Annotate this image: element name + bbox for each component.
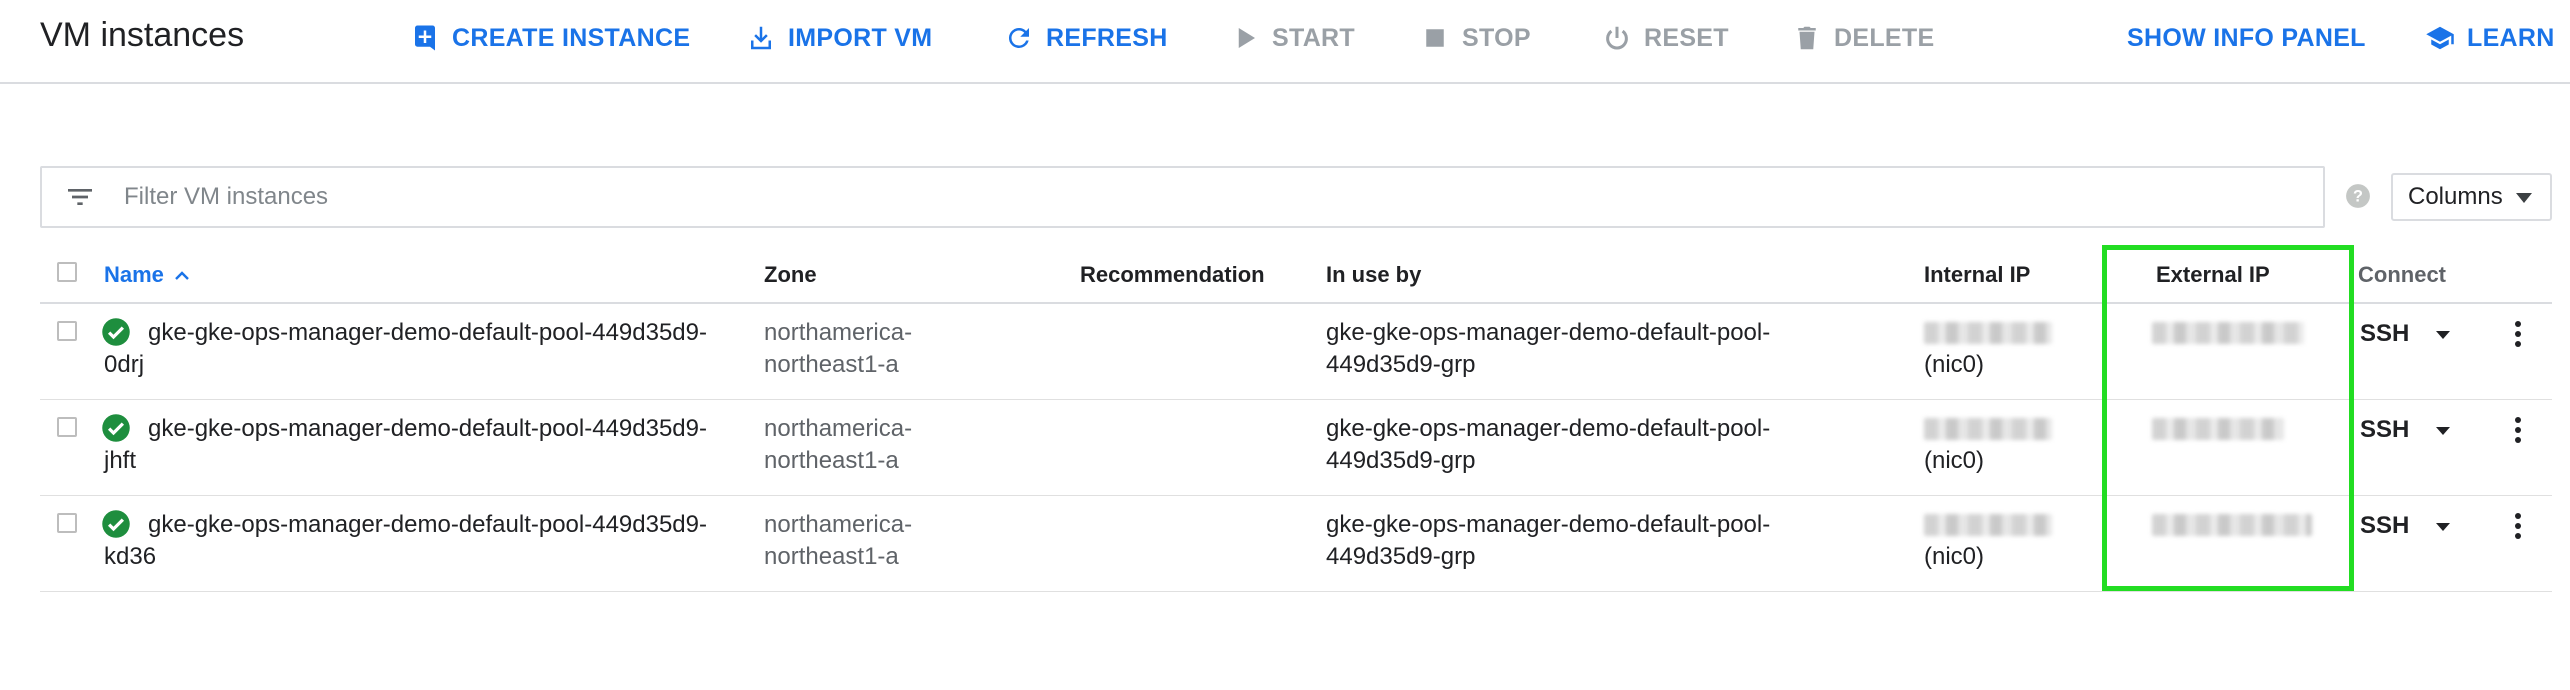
row-divider xyxy=(40,591,2552,592)
row-checkbox[interactable] xyxy=(57,417,77,437)
chevron-down-icon[interactable] xyxy=(2436,523,2450,531)
school-icon xyxy=(2426,26,2454,50)
column-header-internal-ip[interactable]: Internal IP xyxy=(1924,262,2030,288)
learn-label: LEARN xyxy=(2467,23,2555,52)
instance-name-link[interactable]: gke-gke-ops-manager-demo-default-pool-44… xyxy=(148,317,707,349)
column-header-name-label: Name xyxy=(104,262,164,287)
in-use-by-link-line2[interactable]: 449d35d9-grp xyxy=(1326,349,1475,381)
zone-cell-line2: northeast1-a xyxy=(764,543,899,570)
more-vert-icon[interactable] xyxy=(2514,320,2522,348)
external-ip-highlight-box xyxy=(2102,245,2354,591)
import-vm-button[interactable]: IMPORT VM xyxy=(746,20,932,56)
zone-cell-line2: northeast1-a xyxy=(764,447,899,474)
delete-label: DELETE xyxy=(1834,23,1935,52)
internal-ip-redacted xyxy=(1924,514,2052,536)
refresh-label: REFRESH xyxy=(1046,23,1168,52)
play-icon xyxy=(1238,28,1255,48)
chevron-down-icon[interactable] xyxy=(2436,427,2450,435)
show-info-panel-label: SHOW INFO PANEL xyxy=(2127,23,2366,52)
internal-ip-redacted xyxy=(1924,322,2052,344)
row-checkbox[interactable] xyxy=(57,513,77,533)
download-icon xyxy=(751,26,771,50)
more-vert-icon[interactable] xyxy=(2514,512,2522,540)
in-use-by-link[interactable]: gke-gke-ops-manager-demo-default-pool- xyxy=(1326,317,1770,349)
instance-name-link[interactable]: gke-gke-ops-manager-demo-default-pool-44… xyxy=(148,413,707,445)
check-circle-icon xyxy=(102,414,130,442)
more-vert-icon[interactable] xyxy=(2514,416,2522,444)
instance-name-suffix[interactable]: 0drj xyxy=(104,349,144,381)
ssh-button[interactable]: SSH xyxy=(2360,512,2409,540)
trash-icon xyxy=(1798,26,1816,50)
in-use-by-link-line2[interactable]: 449d35d9-grp xyxy=(1326,541,1475,573)
show-info-panel-button[interactable]: SHOW INFO PANEL xyxy=(2127,20,2366,56)
in-use-by-link-line2[interactable]: 449d35d9-grp xyxy=(1326,445,1475,477)
internal-ip-redacted xyxy=(1924,418,2052,440)
internal-ip-nic: (nic0) xyxy=(1924,543,1985,570)
check-circle-icon xyxy=(102,510,130,538)
start-label: START xyxy=(1272,23,1355,52)
columns-label: Columns xyxy=(2408,183,2503,210)
zone-cell: northamerica- xyxy=(764,415,913,442)
instance-name-suffix[interactable]: kd36 xyxy=(104,541,156,573)
zone-cell: northamerica- xyxy=(764,511,913,538)
svg-text:?: ? xyxy=(2353,187,2363,205)
learn-button[interactable]: LEARN xyxy=(2425,20,2555,56)
delete-button[interactable]: DELETE xyxy=(1792,20,1934,56)
column-header-recommendation[interactable]: Recommendation xyxy=(1080,262,1265,288)
select-all-checkbox[interactable] xyxy=(57,262,77,282)
column-header-zone[interactable]: Zone xyxy=(764,262,817,288)
filter-list-icon xyxy=(68,189,92,205)
in-use-by-link[interactable]: gke-gke-ops-manager-demo-default-pool- xyxy=(1326,509,1770,541)
page-title: VM instances xyxy=(40,16,245,54)
top-toolbar: VM instances CREATE INSTANCE IMPORT VM R… xyxy=(0,0,2570,84)
instance-name-link[interactable]: gke-gke-ops-manager-demo-default-pool-44… xyxy=(148,509,707,541)
power-icon xyxy=(1606,26,1628,50)
check-circle-icon xyxy=(102,318,130,346)
internal-ip-nic: (nic0) xyxy=(1924,447,1985,474)
filter-input[interactable] xyxy=(122,182,2226,212)
stop-label: STOP xyxy=(1462,23,1531,52)
import-vm-label: IMPORT VM xyxy=(788,23,933,52)
refresh-button[interactable]: REFRESH xyxy=(1004,20,1168,56)
reset-label: RESET xyxy=(1644,23,1729,52)
column-header-name[interactable]: Name xyxy=(104,262,190,288)
internal-ip-nic: (nic0) xyxy=(1924,351,1985,378)
columns-button[interactable]: Columns xyxy=(2391,173,2552,221)
column-header-connect: Connect xyxy=(2358,262,2446,287)
create-instance-label: CREATE INSTANCE xyxy=(452,23,691,52)
ssh-button[interactable]: SSH xyxy=(2360,416,2409,444)
sort-ascending-icon xyxy=(175,271,189,280)
zone-cell: northamerica- xyxy=(764,319,913,346)
reset-button[interactable]: RESET xyxy=(1602,20,1729,56)
refresh-icon xyxy=(1008,27,1029,48)
in-use-by-link[interactable]: gke-gke-ops-manager-demo-default-pool- xyxy=(1326,413,1770,445)
help-icon[interactable]: ? xyxy=(2345,183,2371,209)
stop-button[interactable]: STOP xyxy=(1420,20,1531,56)
row-checkbox[interactable] xyxy=(57,321,77,341)
column-header-in-use-by[interactable]: In use by xyxy=(1326,262,1421,288)
chevron-down-icon[interactable] xyxy=(2436,331,2450,339)
chevron-down-icon xyxy=(2516,193,2532,203)
create-instance-button[interactable]: CREATE INSTANCE xyxy=(410,20,690,56)
filter-bar xyxy=(40,166,2325,228)
ssh-button[interactable]: SSH xyxy=(2360,320,2409,348)
stop-icon xyxy=(1426,29,1444,47)
start-button[interactable]: START xyxy=(1230,20,1355,56)
instance-name-suffix[interactable]: jhft xyxy=(104,445,136,477)
zone-cell-line2: northeast1-a xyxy=(764,351,899,378)
add-box-icon xyxy=(415,25,435,51)
